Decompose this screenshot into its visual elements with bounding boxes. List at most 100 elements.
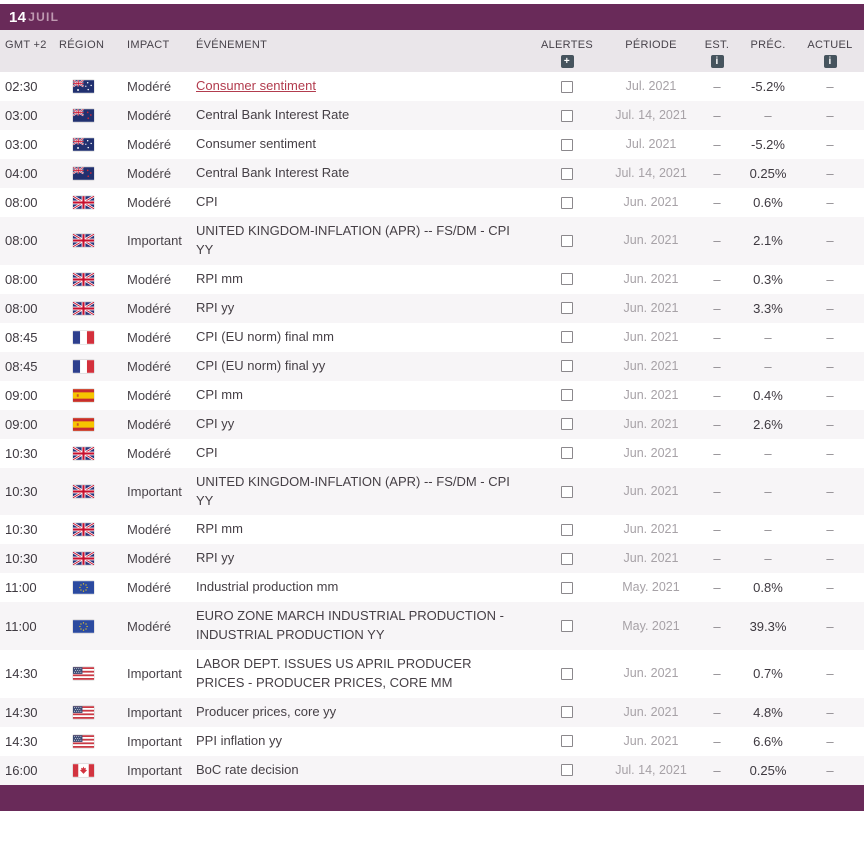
region-cell: [52, 234, 114, 248]
event-link[interactable]: Industrial production mm: [196, 579, 338, 594]
event-link[interactable]: RPI mm: [196, 271, 243, 286]
alert-checkbox[interactable]: [561, 389, 573, 402]
table-row[interactable]: 02:30 Modéré Consumer sentiment Jul. 202…: [0, 72, 864, 101]
alert-cell: [526, 581, 608, 594]
estimate-value: –: [713, 618, 721, 634]
event-link[interactable]: CPI (EU norm) final mm: [196, 329, 334, 344]
event-link[interactable]: Central Bank Interest Rate: [196, 107, 349, 122]
event-link[interactable]: RPI yy: [196, 300, 234, 315]
event-cell: Consumer sentiment: [182, 72, 526, 101]
event-link[interactable]: Consumer sentiment: [196, 136, 316, 151]
table-row[interactable]: 11:00 Modéré EURO ZONE MARCH INDUSTRIAL …: [0, 602, 864, 651]
table-row[interactable]: 08:00 Important UNITED KINGDOM-INFLATION…: [0, 217, 864, 265]
event-time: 03:00: [5, 108, 38, 123]
alert-checkbox[interactable]: [561, 552, 573, 565]
event-link[interactable]: Consumer sentiment: [196, 78, 316, 93]
table-header: GMT +2 RÉGION IMPACT ÉVÉNEMENT ALERTES +…: [0, 30, 864, 72]
event-link[interactable]: PPI inflation yy: [196, 733, 282, 748]
actual-value: –: [826, 416, 834, 432]
flag-nz-icon: [72, 167, 94, 180]
table-row[interactable]: 10:30 Modéré RPI yy Jun. 2021 – – –: [0, 544, 864, 574]
alert-checkbox[interactable]: [561, 581, 573, 594]
table-row[interactable]: 03:00 Modéré Central Bank Interest Rate …: [0, 101, 864, 130]
previous-value: –: [764, 484, 772, 500]
event-link[interactable]: LABOR DEPT. ISSUES US APRIL PRODUCER PRI…: [196, 656, 471, 690]
event-time: 10:30: [5, 522, 38, 538]
alert-checkbox[interactable]: [561, 302, 573, 315]
alert-checkbox[interactable]: [561, 523, 573, 536]
event-time: 08:00: [5, 271, 38, 287]
alert-checkbox[interactable]: [561, 138, 573, 151]
event-link[interactable]: RPI yy: [196, 550, 234, 565]
flag-au-icon: [72, 138, 94, 151]
event-cell: RPI yy: [182, 294, 526, 323]
impact-label: Modéré: [127, 300, 172, 316]
previous-value: 0.3%: [753, 271, 783, 287]
actual-value: –: [826, 445, 834, 461]
event-link[interactable]: CPI: [196, 194, 218, 209]
table-row[interactable]: 09:00 Modéré CPI mm Jun. 2021 – 0.4% –: [0, 380, 864, 410]
table-row[interactable]: 08:00 Modéré RPI mm Jun. 2021 – 0.3% –: [0, 264, 864, 294]
alert-checkbox[interactable]: [561, 667, 573, 680]
alert-checkbox[interactable]: [561, 109, 573, 122]
event-cell: PPI inflation yy: [182, 727, 526, 756]
event-link[interactable]: BoC rate decision: [196, 762, 299, 777]
table-row[interactable]: 10:30 Important UNITED KINGDOM-INFLATION…: [0, 467, 864, 516]
info-icon[interactable]: i: [710, 55, 724, 68]
table-row[interactable]: 14:30 Important LABOR DEPT. ISSUES US AP…: [0, 650, 864, 698]
alert-checkbox[interactable]: [561, 80, 573, 93]
alert-checkbox[interactable]: [561, 735, 573, 748]
event-link[interactable]: EURO ZONE MARCH INDUSTRIAL PRODUCTION - …: [196, 608, 504, 642]
actual-value: –: [826, 522, 834, 538]
event-link[interactable]: CPI (EU norm) final yy: [196, 358, 325, 373]
impact-label: Modéré: [127, 580, 172, 596]
impact-label: Modéré: [127, 137, 172, 152]
plus-box-icon[interactable]: +: [560, 55, 574, 68]
table-row[interactable]: 04:00 Modéré Central Bank Interest Rate …: [0, 159, 864, 188]
region-cell: [52, 80, 114, 93]
event-time: 09:00: [5, 416, 38, 432]
table-row[interactable]: 14:30 Important PPI inflation yy Jun. 20…: [0, 726, 864, 756]
table-row[interactable]: 03:00 Modéré Consumer sentiment Jul. 202…: [0, 130, 864, 159]
impact-label: Important: [127, 666, 182, 682]
event-link[interactable]: CPI: [196, 445, 218, 460]
alert-checkbox[interactable]: [561, 706, 573, 719]
alert-checkbox[interactable]: [561, 447, 573, 460]
flag-us-icon: [72, 734, 94, 748]
table-row[interactable]: 10:30 Modéré RPI mm Jun. 2021 – – –: [0, 515, 864, 545]
alert-checkbox[interactable]: [561, 196, 573, 209]
event-link[interactable]: CPI yy: [196, 416, 234, 431]
table-row[interactable]: 08:00 Modéré RPI yy Jun. 2021 – 3.3% –: [0, 293, 864, 323]
actual-value: –: [826, 195, 834, 210]
alert-checkbox[interactable]: [561, 234, 573, 247]
alert-checkbox[interactable]: [561, 485, 573, 498]
table-row[interactable]: 08:00 Modéré CPI Jun. 2021 – 0.6% –: [0, 188, 864, 217]
alert-cell: [526, 331, 608, 344]
alert-checkbox[interactable]: [561, 418, 573, 431]
table-row[interactable]: 16:00 Important BoC rate decision Jul. 1…: [0, 755, 864, 785]
alert-checkbox[interactable]: [561, 167, 573, 180]
event-link[interactable]: CPI mm: [196, 387, 243, 402]
col-period-label: PÉRIODE: [625, 39, 677, 51]
event-link[interactable]: UNITED KINGDOM-INFLATION (APR) -- FS/DM …: [196, 474, 510, 508]
table-row[interactable]: 08:45 Modéré CPI (EU norm) final yy Jun.…: [0, 351, 864, 381]
event-table-body: 02:30 Modéré Consumer sentiment Jul. 202…: [0, 72, 864, 785]
event-link[interactable]: Central Bank Interest Rate: [196, 165, 349, 180]
table-row[interactable]: 14:30 Important Producer prices, core yy…: [0, 697, 864, 727]
region-cell: [52, 330, 114, 344]
period-label: Jun. 2021: [623, 195, 679, 210]
event-link[interactable]: RPI mm: [196, 521, 243, 536]
alert-checkbox[interactable]: [561, 360, 573, 373]
alert-checkbox[interactable]: [561, 764, 573, 777]
estimate-value: –: [713, 551, 721, 567]
table-row[interactable]: 09:00 Modéré CPI yy Jun. 2021 – 2.6% –: [0, 409, 864, 439]
table-row[interactable]: 08:45 Modéré CPI (EU norm) final mm Jun.…: [0, 322, 864, 352]
info-icon[interactable]: i: [823, 55, 837, 68]
table-row[interactable]: 11:00 Modéré Industrial production mm Ma…: [0, 573, 864, 603]
table-row[interactable]: 10:30 Modéré CPI Jun. 2021 – – –: [0, 438, 864, 468]
event-link[interactable]: UNITED KINGDOM-INFLATION (APR) -- FS/DM …: [196, 223, 510, 257]
alert-checkbox[interactable]: [561, 620, 573, 633]
event-link[interactable]: Producer prices, core yy: [196, 704, 336, 719]
alert-checkbox[interactable]: [561, 331, 573, 344]
alert-checkbox[interactable]: [561, 273, 573, 286]
